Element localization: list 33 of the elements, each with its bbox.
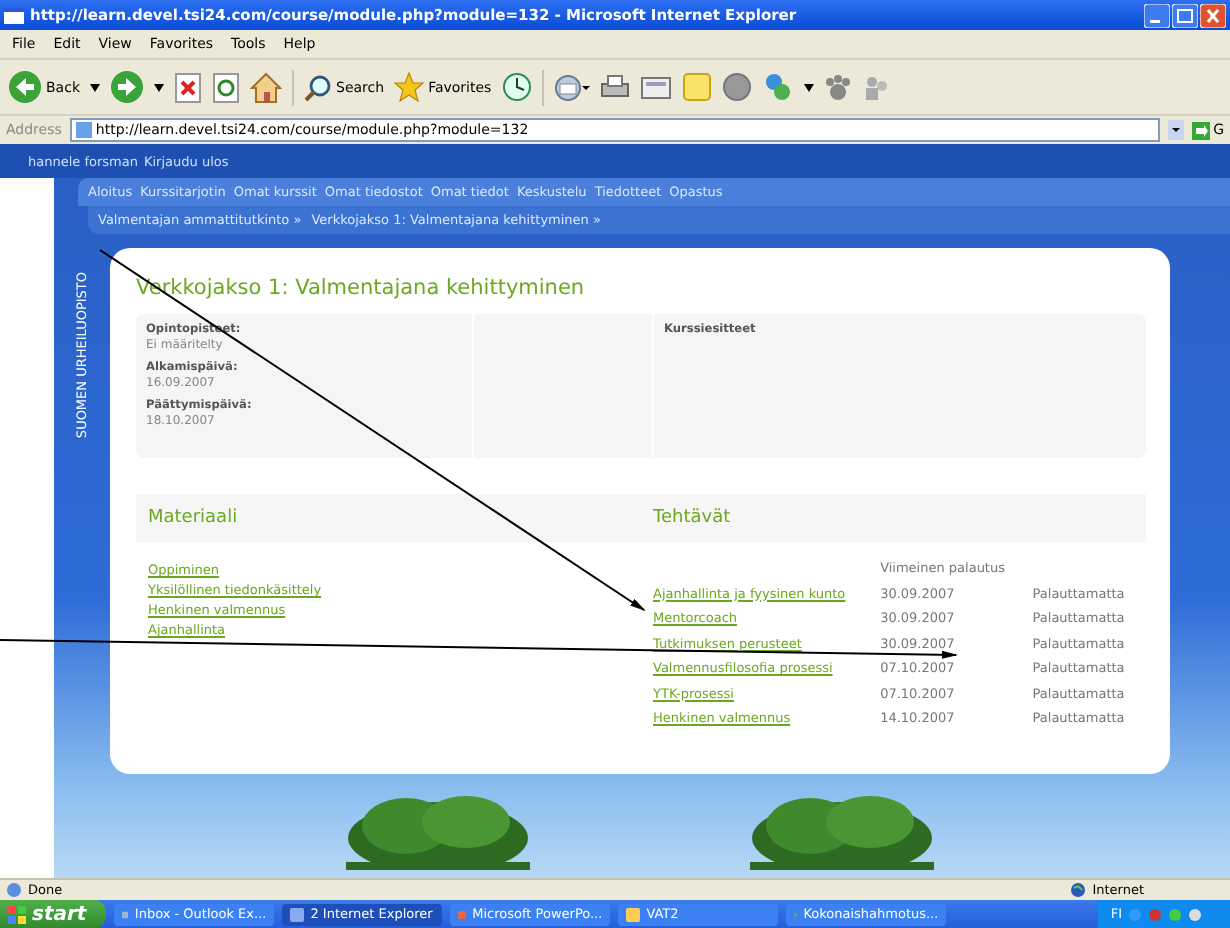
mail-icon[interactable] [553, 73, 590, 101]
go-arrow-icon [1191, 121, 1210, 139]
windows-logo-icon [8, 905, 26, 923]
section-heading: Tehtävät [641, 494, 1146, 542]
messenger-icon[interactable] [761, 72, 794, 102]
section-heading: Materiaali [136, 494, 641, 542]
caret-icon[interactable] [90, 83, 100, 91]
circle-icon[interactable] [721, 72, 752, 102]
home-icon[interactable] [250, 71, 282, 103]
page-icon [6, 882, 22, 899]
app-icon [290, 907, 305, 921]
search-icon [304, 73, 332, 101]
paw-icon[interactable] [823, 73, 852, 101]
edit-icon[interactable] [639, 73, 672, 101]
stop-icon[interactable] [174, 71, 202, 103]
dropdown-icon[interactable] [1167, 120, 1184, 140]
printer-icon[interactable] [599, 73, 630, 101]
start-button[interactable]: start [0, 900, 107, 928]
app-icon [122, 907, 129, 921]
page-icon [75, 122, 92, 138]
browser-icon [4, 5, 24, 25]
refresh-icon[interactable] [212, 71, 240, 103]
star-icon [394, 72, 425, 102]
caret-icon[interactable] [154, 83, 164, 91]
app-icon [458, 907, 467, 921]
close-button[interactable] [1200, 3, 1226, 27]
app-icon [626, 907, 641, 921]
minimize-button[interactable] [1144, 3, 1170, 27]
maximize-button[interactable] [1172, 3, 1198, 27]
note-icon[interactable] [681, 72, 712, 102]
history-icon[interactable] [501, 72, 532, 102]
caret-icon[interactable] [803, 83, 814, 91]
globe-icon [1070, 882, 1087, 899]
